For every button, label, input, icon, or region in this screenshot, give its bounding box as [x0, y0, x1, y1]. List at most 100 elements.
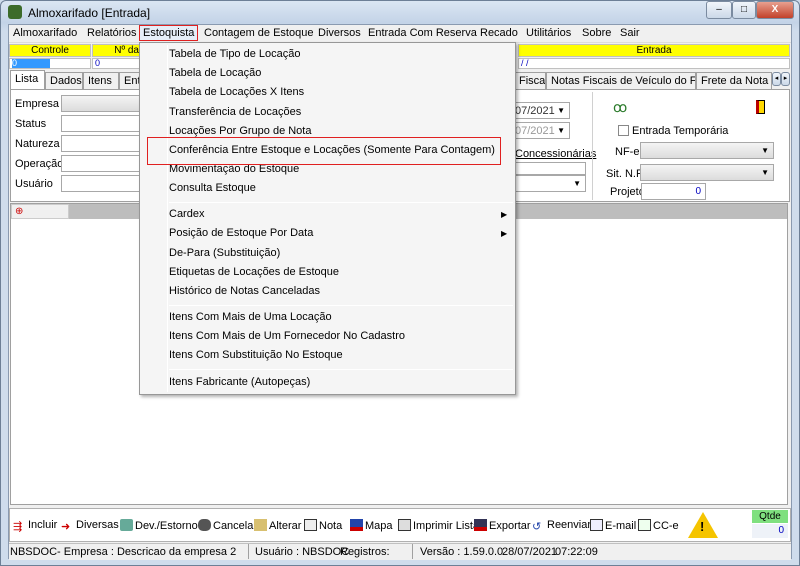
menu-relatorios[interactable]: Relatórios [84, 27, 140, 39]
alterar-button[interactable]: Alterar [254, 519, 301, 532]
projeto-input[interactable]: 0 [641, 183, 706, 200]
status-divider [248, 544, 249, 559]
status-registros: Registros: [340, 546, 390, 558]
email-button[interactable]: E-mail [590, 519, 636, 532]
submenu-arrow-icon: ▶ [501, 229, 508, 238]
reenviar-button[interactable]: ↺ Reenviar [532, 519, 591, 533]
concessionarias-tab[interactable]: Concessionárias [515, 148, 596, 160]
entrada-value: / / [518, 58, 790, 69]
cancelar-button[interactable]: Cancelar [198, 519, 257, 532]
menu-contagem-estoque[interactable]: Contagem de Estoque [201, 27, 316, 39]
tab-notas-fiscais-veiculo-frete[interactable]: Notas Fiscais de Veículo do Frete [546, 72, 696, 89]
numero-header: Nº da [92, 44, 140, 57]
menu-item-posicao-estoque-data[interactable]: Posição de Estoque Por Data [169, 227, 313, 239]
glasses-icon[interactable]: ꝏ [613, 99, 627, 116]
nfe-label: NF-e [615, 146, 640, 158]
usuario-input[interactable] [61, 175, 141, 192]
menu-item-locacoes-x-itens[interactable]: Tabela de Locações X Itens [169, 86, 304, 98]
menu-entrada-com-reserva[interactable]: Entrada Com Reserva [365, 27, 480, 39]
zoom-search-icon[interactable]: ⊕ [12, 206, 23, 217]
tab-ent[interactable]: Ent [119, 72, 141, 89]
printer-icon [304, 519, 317, 531]
natureza-input[interactable] [61, 135, 141, 152]
menu-item-itens-mais-uma-locacao[interactable]: Itens Com Mais de Uma Locação [169, 311, 332, 323]
concessionarias-combo[interactable]: ▼ [508, 175, 586, 192]
menu-item-de-para[interactable]: De-Para (Substituição) [169, 247, 280, 259]
status-label: Status [15, 118, 47, 130]
menu-item-transferencia-locacoes[interactable]: Transferência de Locações [169, 106, 301, 118]
projeto-label: Projeto [610, 186, 645, 198]
cce-button[interactable]: CC-e [638, 519, 679, 532]
usuario-label: Usuário [15, 178, 53, 190]
menu-separator [169, 305, 513, 306]
exit-door-icon[interactable] [756, 100, 765, 114]
arrow-right-icon: ➜ [61, 521, 71, 533]
menu-recado[interactable]: Recado [477, 27, 521, 39]
empresa-combo[interactable] [61, 95, 141, 112]
tab-itens[interactable]: Itens [83, 72, 119, 89]
app-icon [8, 5, 22, 19]
window-title: Almoxarifado [Entrada] [28, 6, 151, 20]
trash-icon [198, 519, 211, 531]
menu-item-tabela-locacao[interactable]: Tabela de Locação [169, 67, 261, 79]
menu-utilitarios[interactable]: Utilitários [523, 27, 574, 39]
highlight-box [147, 137, 501, 165]
menu-item-itens-mais-um-fornecedor[interactable]: Itens Com Mais de Um Fornecedor No Cadas… [169, 330, 405, 342]
panel-divider [592, 92, 593, 200]
date-to-picker[interactable]: 07/2021 ▼ [508, 122, 570, 139]
minimize-button[interactable]: – [706, 1, 732, 19]
incluir-button[interactable]: ⇶ Incluir [13, 519, 57, 533]
return-icon [120, 519, 133, 531]
add-icon: ⇶ [13, 521, 23, 533]
diversas-button[interactable]: ➜ Diversas [61, 519, 119, 533]
status-data: 28/07/2021 [502, 546, 558, 558]
menu-item-itens-fabricante[interactable]: Itens Fabricante (Autopeças) [169, 376, 310, 388]
operacao-input[interactable] [61, 155, 141, 172]
tab-scroll-right[interactable]: ▸ [781, 72, 790, 86]
tab-frete-nota[interactable]: Frete da Nota F [696, 72, 772, 89]
exportar-button[interactable]: Exportar [474, 519, 531, 532]
status-input[interactable] [61, 115, 141, 132]
mapa-button[interactable]: Mapa [350, 519, 393, 532]
menu-item-itens-substituicao[interactable]: Itens Com Substituição No Estoque [169, 349, 343, 361]
menu-item-locacoes-grupo-nota[interactable]: Locações Por Grupo de Nota [169, 125, 311, 137]
menu-item-tabela-tipo-locacao[interactable]: Tabela de Tipo de Locação [169, 48, 301, 60]
menu-estoquista[interactable]: Estoquista [139, 25, 199, 41]
status-empresa: NBSDOC- Empresa : Descricao da empresa 2 [10, 546, 237, 558]
status-divider [412, 544, 413, 559]
menu-sobre[interactable]: Sobre [579, 27, 614, 39]
grid-indicator-cell: ⊕ [11, 204, 69, 219]
status-versao: Versão : 1.59.0.0 [420, 546, 504, 558]
menu-item-cardex[interactable]: Cardex [169, 208, 204, 220]
entrada-temporaria-checkbox[interactable] [618, 125, 629, 136]
warning-exclamation: ! [700, 519, 705, 534]
operacao-label: Operação [15, 158, 64, 170]
menu-diversos[interactable]: Diversos [315, 27, 364, 39]
qtde-value: 0 [752, 524, 788, 538]
nota-button[interactable]: Nota [304, 519, 342, 532]
menu-almoxarifado[interactable]: Almoxarifado [10, 27, 80, 39]
tab-dados[interactable]: Dados [45, 72, 83, 89]
export-icon [474, 519, 487, 531]
tab-lista[interactable]: Lista [10, 70, 45, 90]
dev-estorno-button[interactable]: Dev./Estorno [120, 519, 198, 532]
status-usuario: Usuário : NBSDOC [255, 546, 350, 558]
maximize-button[interactable]: □ [732, 1, 756, 19]
list-print-icon [398, 519, 411, 531]
concessionarias-input[interactable] [508, 162, 586, 175]
imprimir-lista-button[interactable]: Imprimir Lista [398, 519, 479, 532]
cce-icon [638, 519, 651, 531]
nfe-combo[interactable]: ▼ [640, 142, 774, 159]
close-button[interactable]: X [756, 1, 794, 19]
menu-item-etiquetas-locacoes[interactable]: Etiquetas de Locações de Estoque [169, 266, 339, 278]
menu-item-consulta-estoque[interactable]: Consulta Estoque [169, 182, 256, 194]
estoquista-dropdown-menu: Tabela de Tipo de Locação Tabela de Loca… [139, 42, 516, 395]
sit-nf-combo[interactable]: ▼ [640, 164, 774, 181]
tab-fiscal[interactable]: Fiscal [514, 72, 546, 89]
menu-item-historico-notas-canceladas[interactable]: Histórico de Notas Canceladas [169, 285, 320, 297]
menu-sair[interactable]: Sair [617, 27, 643, 39]
tab-scroll-left[interactable]: ◂ [772, 72, 781, 86]
menu-separator [169, 202, 513, 203]
date-from-picker[interactable]: 07/2021 ▼ [508, 102, 570, 119]
map-printer-icon [350, 519, 363, 531]
